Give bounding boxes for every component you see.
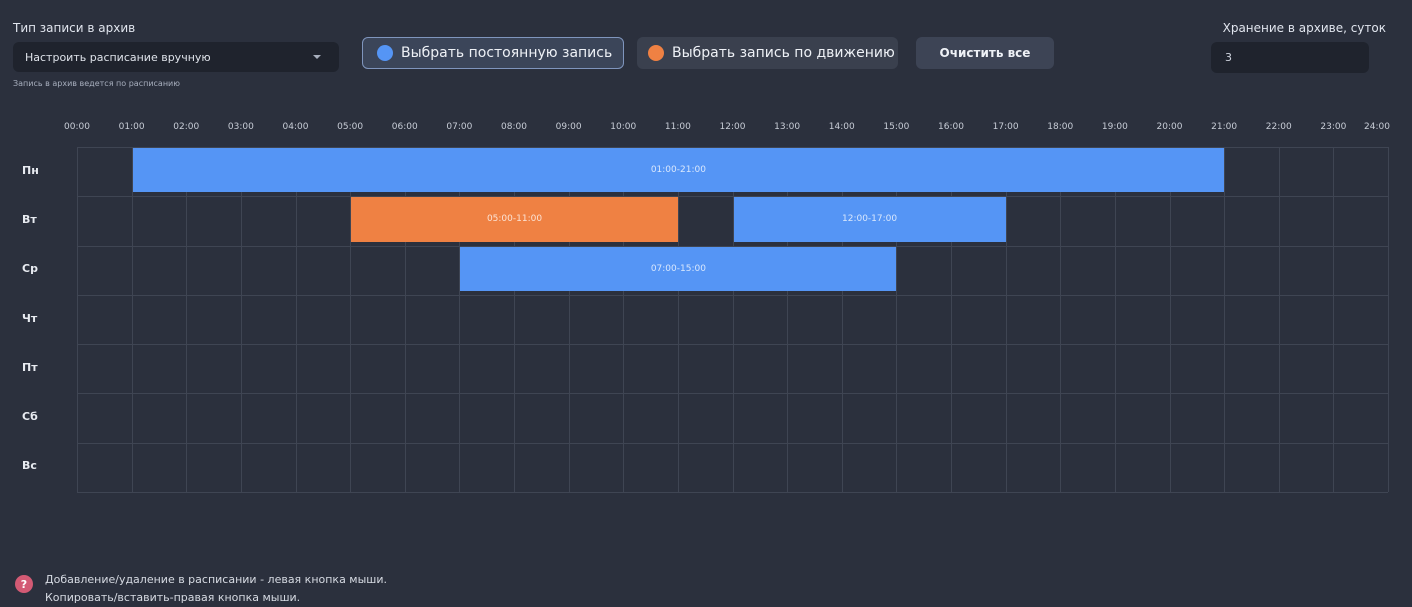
schedule-block-permanent[interactable]: 07:00-15:00 (460, 246, 897, 291)
archive-type-select[interactable]: Настроить расписание вручную (13, 42, 339, 72)
hour-label: 00:00 (64, 122, 90, 132)
hour-label: 04:00 (282, 122, 309, 132)
hour-label: 08:00 (501, 122, 527, 132)
grid-line (77, 442, 1388, 444)
hour-label: 10:00 (610, 122, 637, 132)
grid-line (77, 147, 78, 492)
question-icon: ? (15, 575, 33, 593)
hour-label: 11:00 (664, 122, 691, 132)
hour-label: 01:00 (118, 122, 145, 132)
hour-label: 23:00 (1320, 122, 1347, 132)
day-label: Пт (22, 360, 38, 374)
grid-line (1278, 147, 1280, 492)
grid-line (295, 147, 297, 492)
orange-dot-icon (648, 45, 664, 61)
grid-line (1005, 147, 1007, 492)
schedule-block-permanent[interactable]: 12:00-17:00 (733, 197, 1006, 242)
chevron-down-icon (313, 55, 321, 59)
hour-label: 13:00 (774, 122, 801, 132)
archive-type-label: Тип записи в архив (13, 21, 136, 35)
hour-label: 12:00 (719, 122, 746, 132)
hour-label: 21:00 (1211, 122, 1238, 132)
day-label: Сб (22, 410, 38, 424)
storage-days-input[interactable]: 3 (1211, 42, 1369, 73)
blue-dot-icon (377, 45, 393, 61)
hour-label: 17:00 (992, 122, 1019, 132)
hour-label: 09:00 (555, 122, 582, 132)
hour-label: 06:00 (391, 122, 418, 132)
grid-line (131, 147, 133, 492)
hour-label: 20:00 (1156, 122, 1183, 132)
day-label: Вс (22, 459, 37, 473)
schedule-block-motion[interactable]: 05:00-11:00 (351, 197, 678, 242)
hour-label: 16:00 (938, 122, 964, 132)
archive-type-hint: Запись в архив ведется по расписанию (13, 79, 180, 88)
day-label: Ср (22, 262, 38, 276)
hour-label: 14:00 (828, 122, 855, 132)
grid-line (1169, 147, 1171, 492)
grid-line (77, 492, 1388, 493)
grid-line (77, 393, 1388, 395)
select-motion-recording-label: Выбрать запись по движению (672, 45, 895, 61)
grid-line (240, 147, 242, 492)
day-label: Чт (22, 311, 38, 325)
hour-label: 15:00 (883, 122, 910, 132)
help-text-line-2: Копировать/вставить-правая кнопка мыши. (45, 591, 301, 604)
help-text-line-1: Добавление/удаление в расписании - левая… (45, 573, 388, 586)
grid-line (677, 147, 679, 492)
hour-label: 19:00 (1101, 122, 1128, 132)
grid-line (1114, 147, 1116, 492)
grid-line (77, 294, 1388, 296)
grid-line (1388, 147, 1389, 492)
grid-line (77, 344, 1388, 346)
storage-days-label: Хранение в архиве, суток (1222, 21, 1386, 35)
hour-label: 02:00 (173, 122, 200, 132)
hour-label: 22:00 (1265, 122, 1292, 132)
grid-line (77, 196, 1388, 198)
archive-type-selected: Настроить расписание вручную (25, 50, 211, 64)
hour-label: 03:00 (227, 122, 254, 132)
grid-line (1224, 147, 1226, 492)
day-label: Пн (22, 163, 39, 177)
grid-line (186, 147, 188, 492)
grid-line (1060, 147, 1062, 492)
grid-line (1333, 147, 1335, 492)
hour-label: 07:00 (446, 122, 473, 132)
hour-label: 05:00 (337, 122, 364, 132)
schedule-block-permanent[interactable]: 01:00-21:00 (132, 148, 1225, 193)
hour-label: 24:00 (1364, 122, 1390, 132)
select-permanent-recording-label: Выбрать постоянную запись (401, 45, 613, 61)
select-motion-recording-button[interactable]: Выбрать запись по движению (637, 37, 898, 69)
hours-axis: 00:00 01:00 02:00 03:00 04:00 05:00 06:00 07:00… (0, 122, 1412, 138)
select-permanent-recording-button[interactable]: Выбрать постоянную запись (362, 37, 624, 69)
clear-all-button[interactable]: Очистить все (916, 37, 1054, 69)
schedule-grid[interactable]: 01:00-21:00 05:00-11:00 12:00-17:00 07:00-1… (77, 147, 1389, 493)
day-label: Вт (22, 212, 37, 226)
hour-label: 18:00 (1047, 122, 1074, 132)
